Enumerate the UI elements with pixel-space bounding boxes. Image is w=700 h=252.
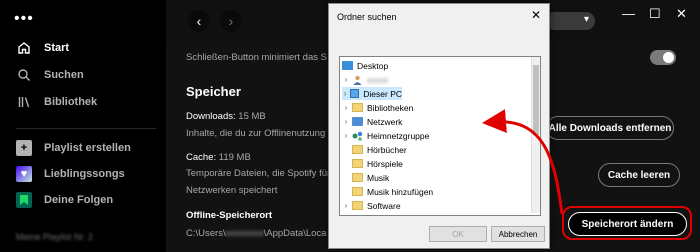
change-location-highlight [562, 206, 692, 240]
